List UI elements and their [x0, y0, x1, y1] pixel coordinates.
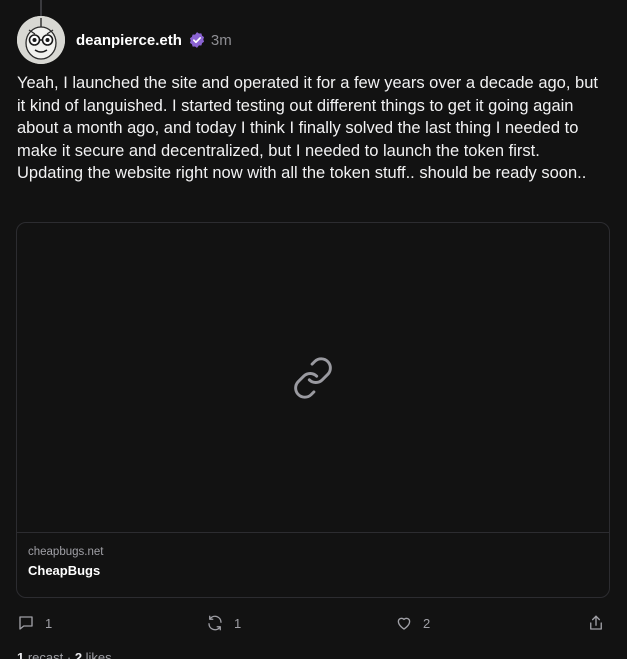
cast-post: deanpierce.eth 3m Yeah, I launched the s… — [0, 0, 627, 659]
recasts-label[interactable]: recast — [24, 650, 63, 659]
recast-button[interactable]: 1 — [206, 612, 241, 634]
reply-button[interactable]: 1 — [17, 612, 52, 634]
avatar-image — [17, 16, 65, 64]
username[interactable]: deanpierce.eth — [76, 32, 182, 49]
heart-icon — [395, 614, 413, 632]
link-icon — [291, 356, 335, 400]
like-count: 2 — [423, 615, 431, 631]
link-embed-card[interactable]: cheapbugs.net CheapBugs — [16, 222, 610, 598]
recast-icon — [206, 614, 224, 632]
post-header: deanpierce.eth 3m — [17, 16, 232, 64]
reply-count: 1 — [45, 615, 53, 631]
timestamp: 3m — [210, 31, 232, 49]
likes-number: 2 — [74, 650, 83, 659]
avatar[interactable] — [17, 16, 65, 64]
engagement-summary: 1 recast · 2 likes — [17, 650, 112, 659]
embed-image-placeholder — [17, 223, 609, 533]
embed-title: CheapBugs — [28, 563, 101, 578]
share-button[interactable] — [587, 612, 605, 634]
share-icon — [587, 614, 605, 632]
likes-label[interactable]: likes — [82, 650, 112, 659]
engagement-separator: · — [63, 650, 75, 659]
post-text: Yeah, I launched the site and operated i… — [17, 74, 603, 182]
recast-count: 1 — [234, 615, 242, 631]
thread-connector — [40, 0, 42, 16]
like-button[interactable]: 2 — [395, 612, 430, 634]
action-bar: 1 1 2 — [17, 612, 610, 634]
embed-meta: cheapbugs.net CheapBugs — [28, 546, 103, 578]
reply-icon — [17, 614, 35, 632]
embed-domain: cheapbugs.net — [28, 546, 104, 558]
verified-badge-icon — [188, 31, 206, 49]
